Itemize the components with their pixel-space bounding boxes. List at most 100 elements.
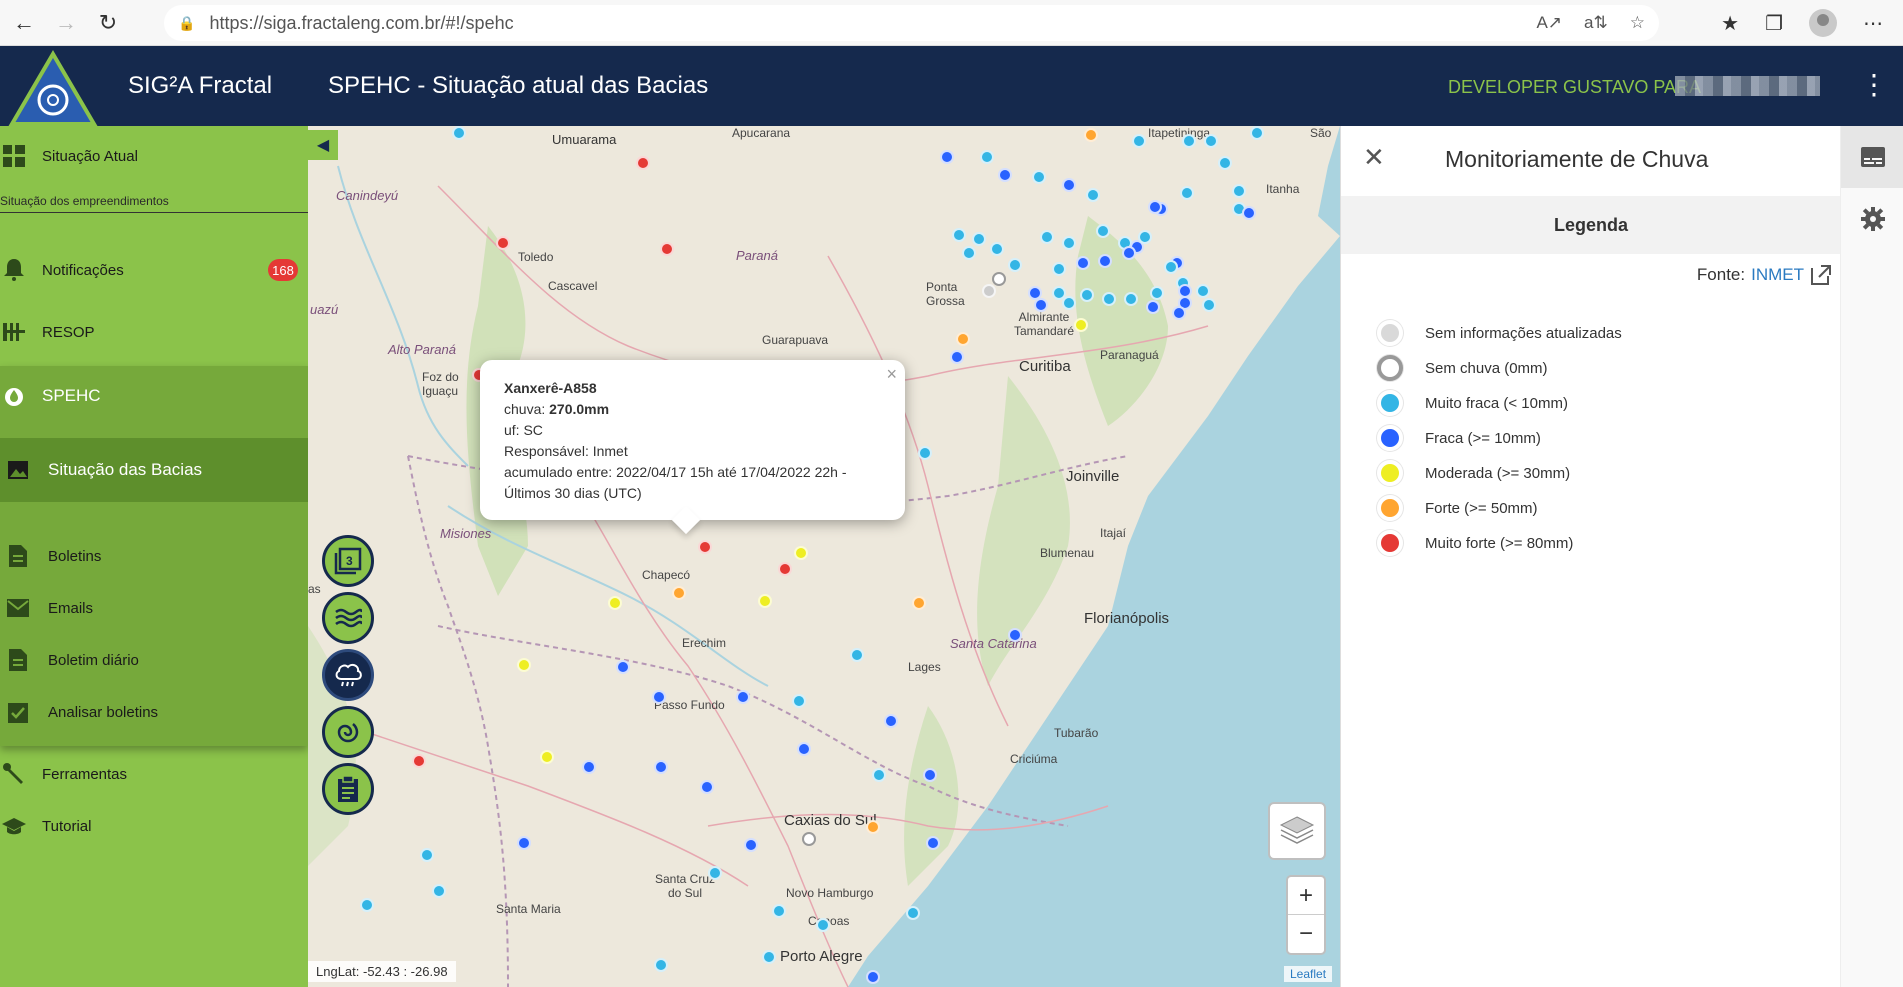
sidebar-item-tutorial[interactable]: Tutorial bbox=[0, 814, 308, 838]
station-marker[interactable] bbox=[654, 958, 668, 972]
station-marker[interactable] bbox=[1204, 134, 1218, 148]
station-marker[interactable] bbox=[1080, 288, 1094, 302]
station-marker[interactable] bbox=[912, 596, 926, 610]
settings-tab-button[interactable] bbox=[1841, 188, 1903, 250]
station-marker[interactable] bbox=[1098, 254, 1112, 268]
station-marker[interactable] bbox=[1052, 262, 1066, 276]
sidebar-item-notificacoes[interactable]: Notificações bbox=[0, 258, 308, 282]
leaflet-attribution-link[interactable]: Leaflet bbox=[1284, 966, 1333, 982]
station-marker[interactable] bbox=[700, 780, 714, 794]
station-marker[interactable] bbox=[866, 970, 880, 984]
station-marker[interactable] bbox=[1034, 298, 1048, 312]
station-marker[interactable] bbox=[1182, 134, 1196, 148]
station-marker[interactable] bbox=[956, 332, 970, 346]
station-marker[interactable] bbox=[952, 228, 966, 242]
station-marker[interactable] bbox=[792, 694, 806, 708]
popup-close-button[interactable]: × bbox=[886, 364, 897, 385]
station-marker[interactable] bbox=[797, 742, 811, 756]
station-marker[interactable] bbox=[1172, 306, 1186, 320]
station-marker[interactable] bbox=[654, 760, 668, 774]
station-marker[interactable] bbox=[906, 906, 920, 920]
back-icon[interactable]: ← bbox=[6, 5, 42, 41]
station-marker[interactable] bbox=[1096, 224, 1110, 238]
address-bar[interactable]: 🔒 https://siga.fractaleng.com.br/#!/speh… bbox=[164, 5, 1659, 41]
sidebar-item-boletins[interactable]: Boletins bbox=[0, 544, 308, 568]
station-marker[interactable] bbox=[1250, 126, 1264, 140]
station-marker[interactable] bbox=[652, 690, 666, 704]
station-marker[interactable] bbox=[758, 594, 772, 608]
station-marker[interactable] bbox=[582, 760, 596, 774]
station-marker[interactable] bbox=[1146, 300, 1160, 314]
user-name[interactable]: DEVELOPER GUSTAVO PARA bbox=[1448, 77, 1701, 98]
station-marker[interactable] bbox=[1074, 318, 1088, 332]
station-marker[interactable] bbox=[517, 658, 531, 672]
station-marker[interactable] bbox=[872, 768, 886, 782]
reload-icon[interactable]: ↻ bbox=[90, 5, 126, 41]
station-marker[interactable] bbox=[360, 898, 374, 912]
station-marker[interactable] bbox=[1138, 230, 1152, 244]
station-marker[interactable] bbox=[496, 236, 510, 250]
station-marker[interactable] bbox=[794, 546, 808, 560]
station-marker[interactable] bbox=[1008, 628, 1022, 642]
station-marker[interactable] bbox=[1202, 298, 1216, 312]
sidebar-item-spehc[interactable]: SPEHC bbox=[0, 384, 308, 408]
station-marker[interactable] bbox=[962, 246, 976, 260]
station-marker[interactable] bbox=[1180, 186, 1194, 200]
station-marker[interactable] bbox=[412, 754, 426, 768]
station-marker[interactable] bbox=[1062, 236, 1076, 250]
station-marker[interactable] bbox=[517, 836, 531, 850]
station-marker[interactable] bbox=[923, 768, 937, 782]
station-marker[interactable] bbox=[940, 150, 954, 164]
station-marker[interactable] bbox=[432, 884, 446, 898]
station-marker[interactable] bbox=[1132, 134, 1146, 148]
collections-icon[interactable]: ❐ bbox=[1765, 11, 1783, 36]
station-marker[interactable] bbox=[816, 918, 830, 932]
station-marker[interactable] bbox=[1076, 256, 1090, 270]
sidebar-item-resop[interactable]: RESOP bbox=[0, 320, 308, 344]
sidebar-item-ferramentas[interactable]: Ferramentas bbox=[0, 762, 308, 786]
station-marker[interactable] bbox=[926, 836, 940, 850]
station-marker[interactable] bbox=[990, 242, 1004, 256]
layer-3-button[interactable]: 3 bbox=[322, 535, 374, 587]
station-marker[interactable] bbox=[918, 446, 932, 460]
station-marker[interactable] bbox=[1242, 206, 1256, 220]
station-marker[interactable] bbox=[980, 150, 994, 164]
station-marker[interactable] bbox=[778, 562, 792, 576]
water-layer-button[interactable] bbox=[322, 592, 374, 644]
station-marker[interactable] bbox=[1218, 156, 1232, 170]
station-marker[interactable] bbox=[608, 596, 622, 610]
station-marker[interactable] bbox=[540, 750, 554, 764]
station-marker[interactable] bbox=[762, 950, 776, 964]
station-marker[interactable] bbox=[802, 832, 816, 846]
station-marker[interactable] bbox=[1164, 260, 1178, 274]
sidebar-item-analisar-boletins[interactable]: Analisar boletins bbox=[0, 700, 308, 724]
station-marker[interactable] bbox=[1062, 296, 1076, 310]
station-marker[interactable] bbox=[972, 232, 986, 246]
sidebar-item-emails[interactable]: Emails bbox=[0, 596, 308, 620]
station-marker[interactable] bbox=[1148, 200, 1162, 214]
station-marker[interactable] bbox=[1196, 284, 1210, 298]
station-marker[interactable] bbox=[672, 586, 686, 600]
station-marker[interactable] bbox=[636, 156, 650, 170]
station-marker[interactable] bbox=[1084, 128, 1098, 142]
collapse-sidebar-button[interactable]: ◀ bbox=[308, 130, 338, 160]
read-aloud-icon[interactable]: A↗ bbox=[1536, 13, 1562, 33]
station-marker[interactable] bbox=[1040, 230, 1054, 244]
zoom-in-button[interactable]: + bbox=[1288, 877, 1324, 915]
favorite-add-icon[interactable]: ☆ bbox=[1630, 13, 1645, 33]
zoom-out-button[interactable]: − bbox=[1288, 915, 1324, 953]
favorites-icon[interactable]: ★ bbox=[1721, 11, 1739, 36]
app-logo[interactable] bbox=[8, 50, 98, 128]
station-marker[interactable] bbox=[1124, 292, 1138, 306]
station-marker[interactable] bbox=[1122, 246, 1136, 260]
sidebar-item-situacao-atual[interactable]: Situação Atual bbox=[0, 144, 308, 168]
station-marker[interactable] bbox=[420, 848, 434, 862]
station-marker[interactable] bbox=[950, 350, 964, 364]
station-marker[interactable] bbox=[772, 904, 786, 918]
cyclone-layer-button[interactable] bbox=[322, 706, 374, 758]
more-icon[interactable]: ⋯ bbox=[1863, 11, 1883, 36]
station-marker[interactable] bbox=[1032, 170, 1046, 184]
close-panel-icon[interactable]: ✕ bbox=[1363, 142, 1385, 173]
station-marker[interactable] bbox=[850, 648, 864, 662]
station-marker[interactable] bbox=[1062, 178, 1076, 192]
